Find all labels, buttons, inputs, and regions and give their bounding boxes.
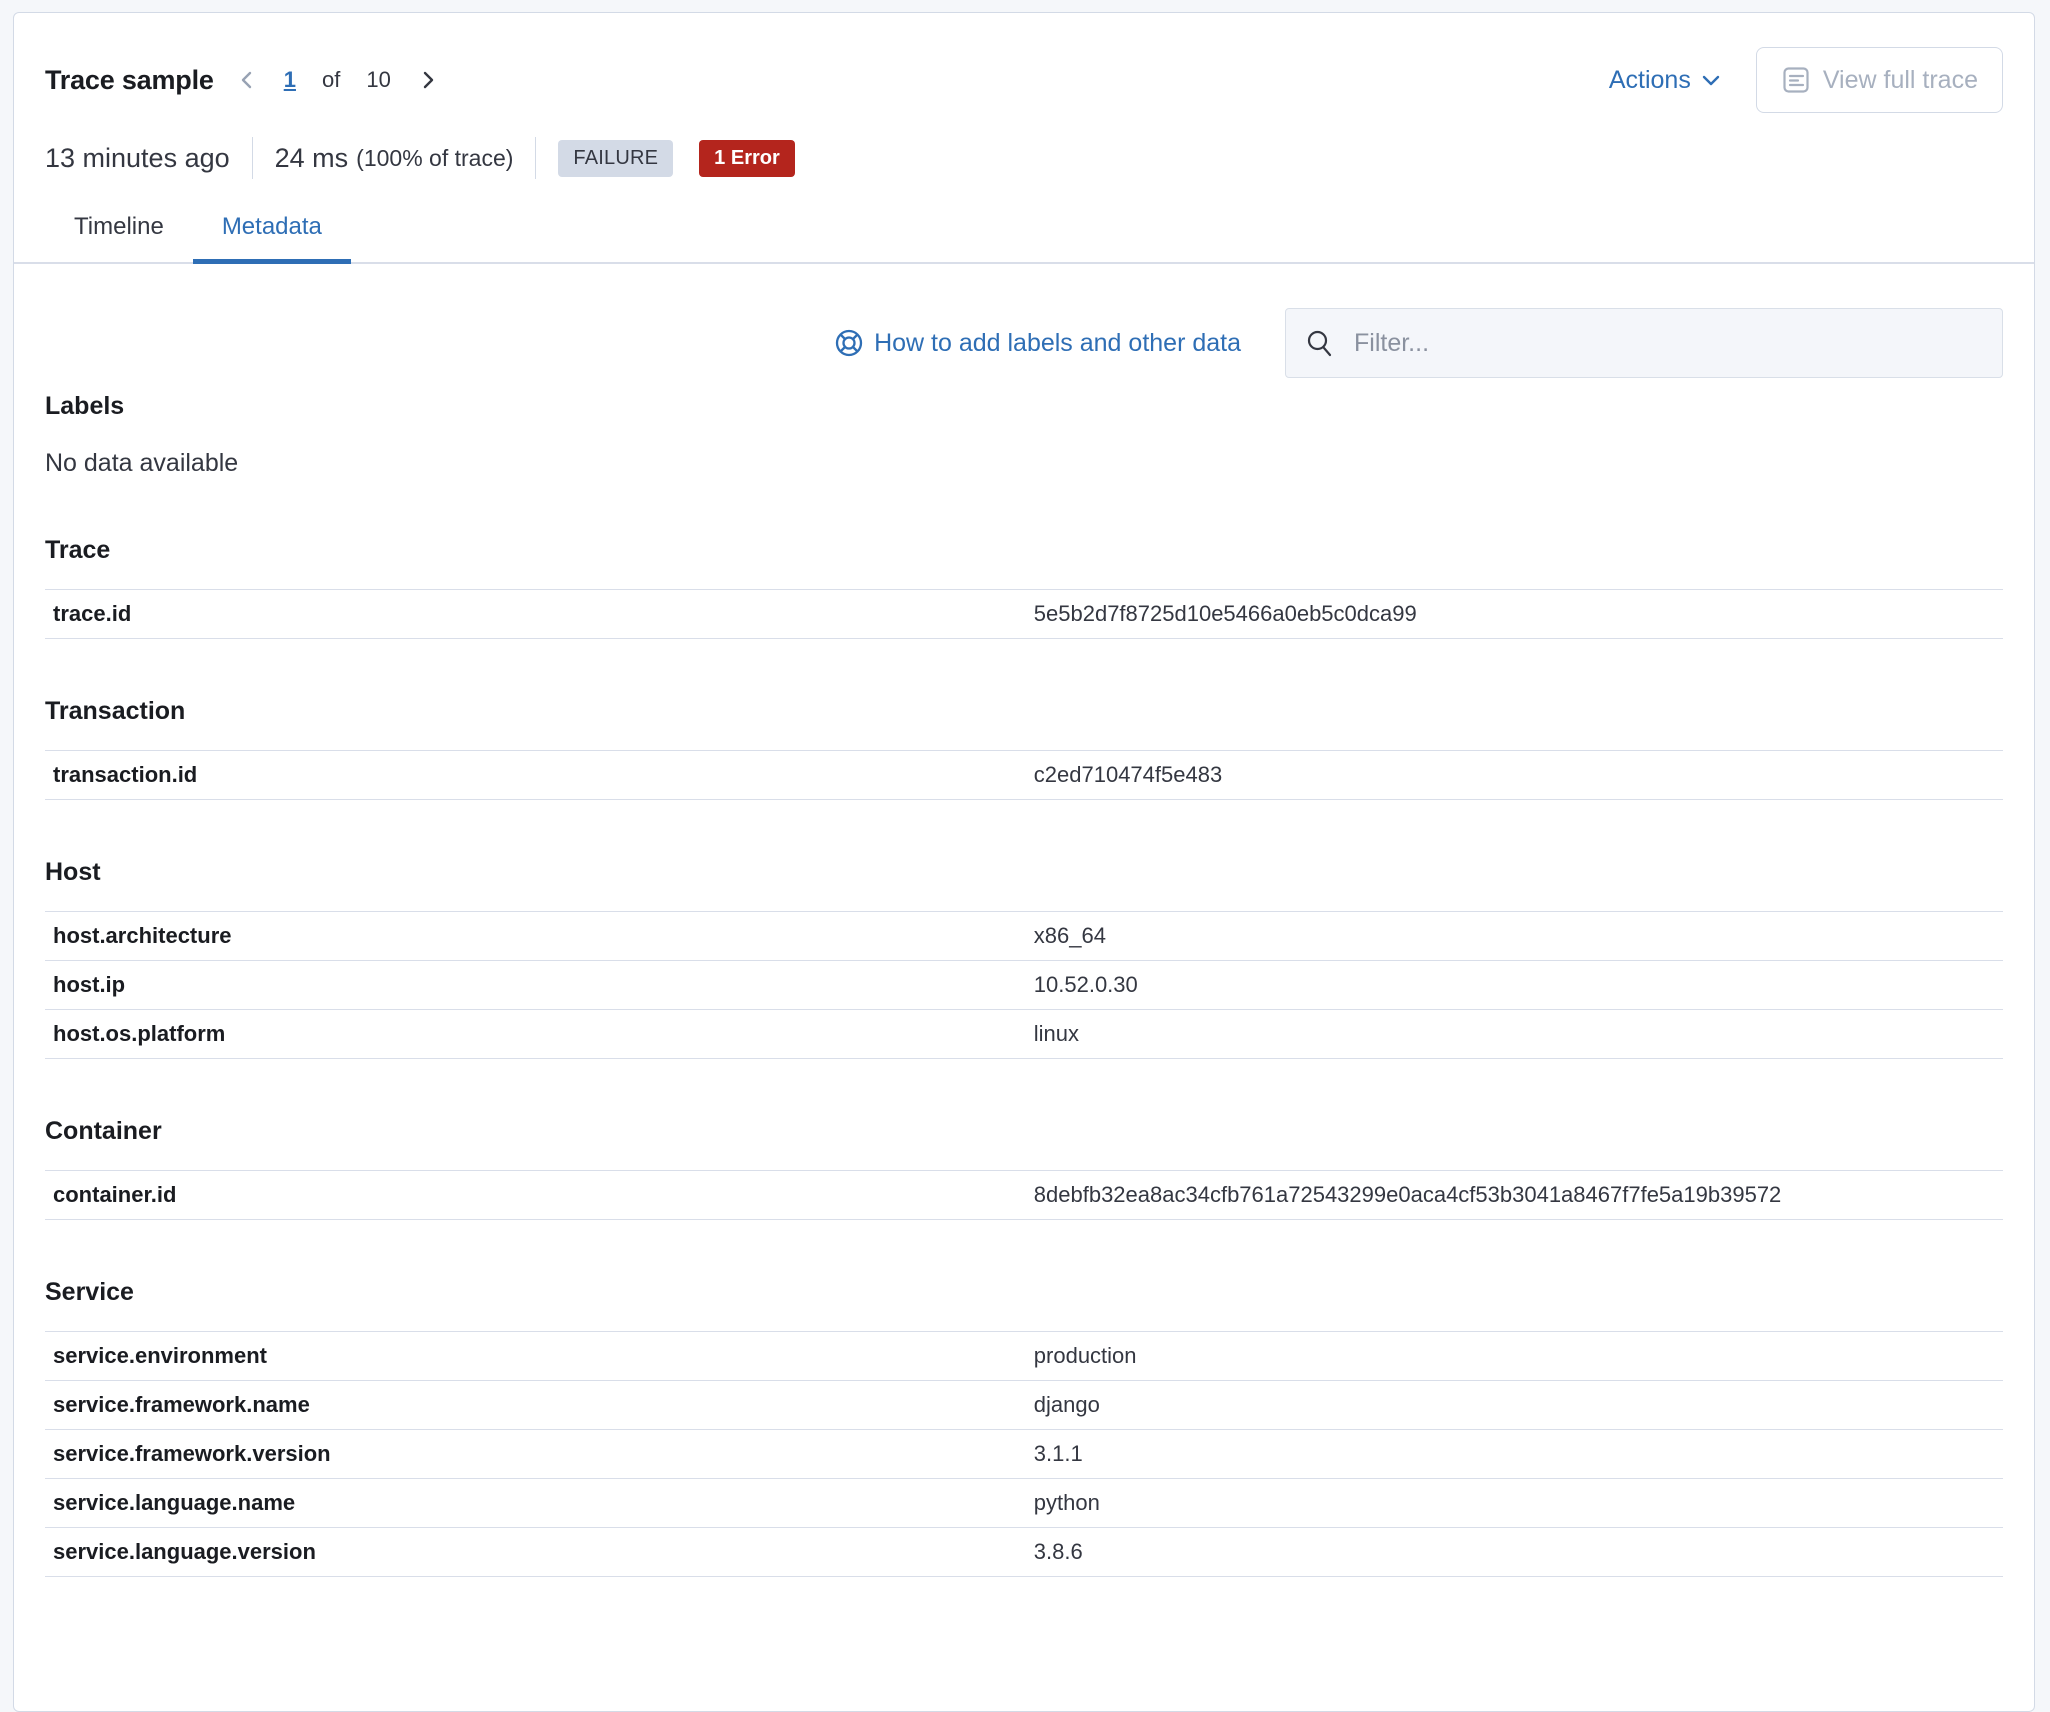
tabs: Timeline Metadata bbox=[14, 207, 2034, 264]
trace-document-icon bbox=[1781, 65, 1811, 95]
table-row: service.language.version3.8.6 bbox=[45, 1527, 2003, 1577]
metadata-value: 10.52.0.30 bbox=[1034, 972, 2003, 998]
actions-label: Actions bbox=[1609, 66, 1691, 95]
metadata-sections: Labels No data available Trace trace.id5e5b… bbox=[14, 378, 2034, 1577]
metadata-value: 3.1.1 bbox=[1034, 1441, 2003, 1467]
metadata-value: c2ed710474f5e483 bbox=[1034, 762, 2003, 788]
metadata-key: service.language.name bbox=[45, 1490, 1034, 1516]
how-to-add-labels-link[interactable]: How to add labels and other data bbox=[834, 328, 1241, 358]
table-row: service.language.namepython bbox=[45, 1478, 2003, 1527]
table-row: service.framework.version3.1.1 bbox=[45, 1429, 2003, 1478]
section-title: Host bbox=[45, 858, 2003, 887]
metadata-section: Serviceservice.environmentproductionserv… bbox=[45, 1278, 2003, 1577]
metadata-table: service.environmentproductionservice.fra… bbox=[45, 1331, 2003, 1577]
filter-field bbox=[1285, 308, 2003, 378]
separator bbox=[535, 137, 536, 179]
table-row: service.framework.namedjango bbox=[45, 1380, 2003, 1429]
metadata-section: Container container.id8debfb32ea8ac34cfb7… bbox=[45, 1117, 2003, 1220]
duration: 24 ms bbox=[275, 143, 349, 174]
metadata-table: transaction.idc2ed710474f5e483 bbox=[45, 750, 2003, 800]
total-samples: 10 bbox=[366, 67, 390, 93]
metadata-value: 5e5b2d7f8725d10e5466a0eb5c0dca99 bbox=[1034, 601, 2003, 627]
metadata-key: trace.id bbox=[45, 601, 1034, 627]
table-row: service.environmentproduction bbox=[45, 1331, 2003, 1380]
trace-sample-panel: Trace sample 1 of 10 Actions bbox=[13, 12, 2035, 1712]
timestamp: 13 minutes ago bbox=[45, 143, 230, 174]
table-row: transaction.idc2ed710474f5e483 bbox=[45, 750, 2003, 800]
metadata-key: service.framework.name bbox=[45, 1392, 1034, 1418]
separator bbox=[252, 137, 253, 179]
metadata-key: host.architecture bbox=[45, 923, 1034, 949]
section-title: Container bbox=[45, 1117, 2003, 1146]
metadata-key: transaction.id bbox=[45, 762, 1034, 788]
current-sample-number[interactable]: 1 bbox=[284, 67, 296, 93]
panel-header: Trace sample 1 of 10 Actions bbox=[14, 13, 2034, 113]
metadata-toolbar: How to add labels and other data bbox=[14, 308, 2034, 378]
actions-menu-button[interactable]: Actions bbox=[1609, 66, 1722, 95]
trace-summary: 13 minutes ago 24 ms (100% of trace) FAI… bbox=[14, 137, 2034, 179]
metadata-section: Transaction transaction.idc2ed710474f5e48… bbox=[45, 697, 2003, 800]
metadata-table: host.architecturex86_64host.ip10.52.0.30… bbox=[45, 911, 2003, 1059]
metadata-key: host.ip bbox=[45, 972, 1034, 998]
metadata-key: service.framework.version bbox=[45, 1441, 1034, 1467]
metadata-value: x86_64 bbox=[1034, 923, 2003, 949]
metadata-section: Hosthost.architecturex86_64host.ip10.52.… bbox=[45, 858, 2003, 1059]
search-icon bbox=[1305, 328, 1335, 358]
chevron-right-icon bbox=[417, 69, 439, 91]
table-row: host.ip10.52.0.30 bbox=[45, 960, 2003, 1009]
result-badge: FAILURE bbox=[558, 140, 673, 177]
tab-timeline[interactable]: Timeline bbox=[45, 207, 193, 264]
metadata-key: container.id bbox=[45, 1182, 1034, 1208]
prev-sample-button[interactable] bbox=[236, 69, 258, 91]
section-title: Service bbox=[45, 1278, 2003, 1307]
table-row: host.architecturex86_64 bbox=[45, 911, 2003, 960]
section-title: Labels bbox=[45, 392, 2003, 421]
chevron-down-icon bbox=[1700, 69, 1722, 91]
table-row: trace.id5e5b2d7f8725d10e5466a0eb5c0dca99 bbox=[45, 589, 2003, 639]
section-title: Trace bbox=[45, 536, 2003, 565]
duration-percent: (100% of trace) bbox=[356, 145, 513, 172]
view-full-trace-label: View full trace bbox=[1823, 66, 1978, 95]
error-count-badge[interactable]: 1 Error bbox=[699, 140, 795, 177]
metadata-value: production bbox=[1034, 1343, 2003, 1369]
page-title: Trace sample bbox=[45, 65, 214, 96]
section-title: Transaction bbox=[45, 697, 2003, 726]
metadata-value: python bbox=[1034, 1490, 2003, 1516]
metadata-key: host.os.platform bbox=[45, 1021, 1034, 1047]
metadata-value: 8debfb32ea8ac34cfb761a72543299e0aca4cf53… bbox=[1034, 1182, 2003, 1208]
next-sample-button[interactable] bbox=[417, 69, 439, 91]
no-data-text: No data available bbox=[45, 449, 2003, 478]
metadata-value: 3.8.6 bbox=[1034, 1539, 2003, 1565]
metadata-section: Labels No data available bbox=[45, 392, 2003, 478]
metadata-table: container.id8debfb32ea8ac34cfb761a725432… bbox=[45, 1170, 2003, 1220]
table-row: container.id8debfb32ea8ac34cfb761a725432… bbox=[45, 1170, 2003, 1220]
header-right: Actions View full trace bbox=[1609, 47, 2003, 113]
pagination-of-label: of bbox=[322, 67, 340, 93]
chevron-left-icon bbox=[236, 69, 258, 91]
header-left: Trace sample 1 of 10 bbox=[45, 65, 439, 96]
view-full-trace-button[interactable]: View full trace bbox=[1756, 47, 2003, 113]
tab-metadata[interactable]: Metadata bbox=[193, 207, 351, 264]
metadata-section: Trace trace.id5e5b2d7f8725d10e5466a0eb5c0… bbox=[45, 536, 2003, 639]
metadata-value: django bbox=[1034, 1392, 2003, 1418]
metadata-key: service.language.version bbox=[45, 1539, 1034, 1565]
help-lifesaver-icon bbox=[834, 328, 864, 358]
table-row: host.os.platformlinux bbox=[45, 1009, 2003, 1059]
how-to-add-labels-label: How to add labels and other data bbox=[874, 329, 1241, 358]
metadata-table: trace.id5e5b2d7f8725d10e5466a0eb5c0dca99 bbox=[45, 589, 2003, 639]
metadata-value: linux bbox=[1034, 1021, 2003, 1047]
sample-pagination: 1 of 10 bbox=[236, 67, 439, 93]
metadata-key: service.environment bbox=[45, 1343, 1034, 1369]
filter-input[interactable] bbox=[1352, 328, 1983, 359]
